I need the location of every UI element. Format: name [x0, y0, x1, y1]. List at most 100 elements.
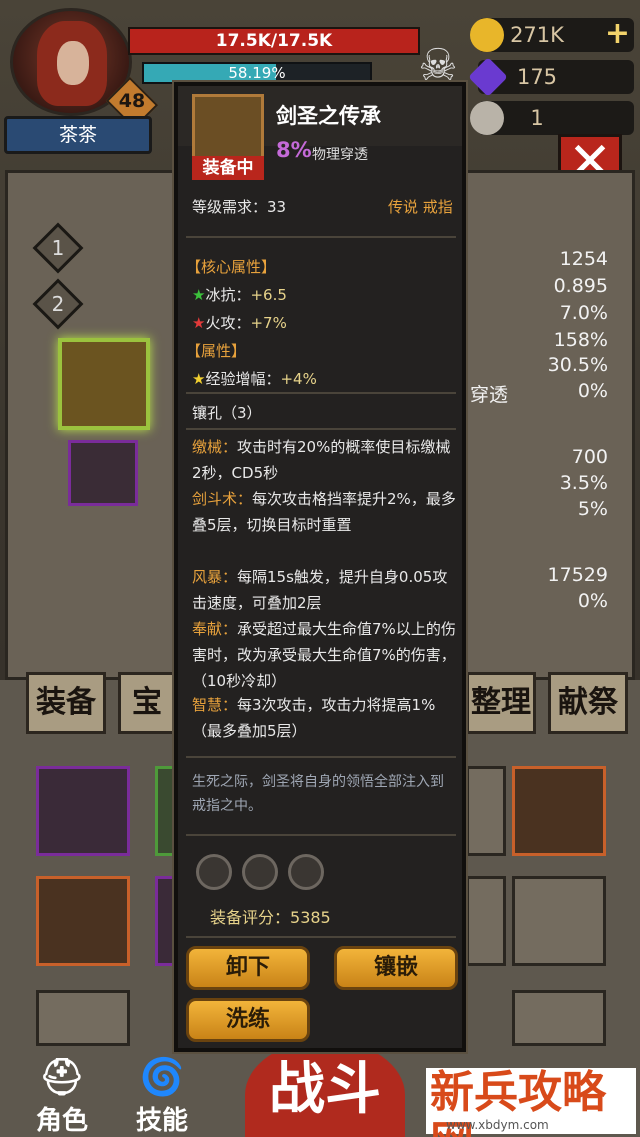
unequip-button[interactable]: 卸下: [186, 946, 310, 990]
divider: [186, 834, 456, 836]
stat-value: 1254: [559, 248, 608, 270]
avatar-face: [57, 41, 89, 85]
inventory-slot[interactable]: [466, 766, 506, 856]
stat-value: 158%: [553, 329, 608, 351]
main-stat-label: 物理穿透: [312, 147, 368, 163]
attr-row: ★经验增幅：+4%: [192, 368, 317, 389]
divider: [186, 936, 456, 938]
tab-sort[interactable]: 整理: [466, 672, 536, 734]
inventory-slot[interactable]: [36, 990, 130, 1046]
effect-disarm: 缴械：攻击时有20%的概率使目标缴械2秒，CD5秒: [192, 434, 456, 486]
gem-socket-icon[interactable]: [242, 854, 278, 890]
stat-value: 30.5%: [547, 354, 608, 376]
level-value: 48: [118, 90, 146, 112]
yellow-star-icon: ★: [192, 370, 206, 388]
item-detail-popup: 装备中 剑圣之传承 8% 物理穿透 等级需求：33 传说 戒指 【核心属性】 ★…: [174, 82, 466, 1052]
helmet-icon: ⛑: [39, 1057, 85, 1098]
stat-label: 穿透: [470, 384, 509, 406]
gem-socket-icon[interactable]: [196, 854, 232, 890]
stat-value: 7.0%: [559, 302, 608, 324]
divider: [186, 392, 456, 394]
player-name: 茶茶: [4, 116, 152, 154]
main-stat-value: 8%: [276, 138, 312, 162]
stat-value: 0.895: [553, 275, 608, 297]
effect-key: 剑斗术：: [192, 490, 253, 508]
stat-value: 700: [571, 446, 608, 468]
refine-button[interactable]: 洗练: [186, 998, 310, 1042]
stat-value: 5%: [577, 498, 608, 520]
add-gold-button[interactable]: +: [605, 18, 630, 50]
nav-character-label: 角色: [35, 1106, 88, 1136]
stat-value: 3.5%: [559, 472, 608, 494]
scroll-value: 1: [530, 106, 544, 130]
inlay-button[interactable]: 镶嵌: [334, 946, 458, 990]
game-screen: 48 茶茶 17.5K/17.5K 58.19% ☠ 271K + 175 1 …: [0, 0, 640, 1137]
effect-storm: 风暴：每隔15s触发，提升自身0.05攻击速度，可叠加2层: [192, 564, 456, 616]
effect-key: 智慧：: [192, 696, 238, 714]
watermark: 新兵攻略网 www.xbdym.com: [426, 1068, 636, 1137]
rarity-type: 传说 戒指: [388, 198, 453, 216]
inventory-slot[interactable]: [36, 766, 130, 856]
attr-name: 经验增幅：: [205, 370, 281, 388]
nav-skill-label: 技能: [135, 1106, 188, 1136]
level-req-label: 等级需求：: [192, 198, 268, 216]
xp-bar: 58.19%: [142, 62, 372, 84]
attr-value: +6.5: [250, 286, 287, 304]
gem-socket-icon[interactable]: [288, 854, 324, 890]
crystal-counter: 175: [468, 57, 634, 97]
gold-value: 271K: [510, 23, 564, 47]
xp-percent: 58.19%: [228, 64, 286, 82]
tab-treasure[interactable]: 宝石: [118, 672, 176, 734]
inventory-slot[interactable]: [36, 876, 130, 966]
divider: [186, 756, 456, 758]
equipment-score: 装备评分：5385: [210, 904, 331, 928]
equipped-badge: 装备中: [192, 156, 264, 180]
loadout-1-label: 1: [51, 236, 65, 260]
score-label: 装备评分：: [210, 908, 291, 927]
attr-value: +7%: [250, 314, 287, 332]
effect-key: 奉献：: [192, 620, 238, 638]
weapon-slot[interactable]: [68, 440, 138, 506]
scroll-counter: 1: [470, 101, 634, 135]
effect-swordplay: 剑斗术：每次攻击格挡率提升2%，最多叠5层，切换目标时重置: [192, 486, 456, 538]
attr-header: 【属性】: [186, 342, 247, 360]
hp-bar: 17.5K/17.5K: [128, 27, 420, 55]
level-requirement: 等级需求：33: [192, 196, 286, 217]
gold-counter: 271K +: [470, 18, 634, 52]
tab-sacrifice[interactable]: 献祭: [548, 672, 628, 734]
level-req-value: 33: [267, 198, 287, 216]
loadout-2-label: 2: [51, 292, 65, 316]
attr-name: 火攻：: [205, 314, 251, 332]
core-attr-row: ★冰抗：+6.5: [192, 284, 287, 305]
stat-value: 0%: [577, 380, 608, 402]
divider: [186, 428, 456, 430]
attr-name: 冰抗：: [205, 286, 251, 304]
watermark-url: www.xbdym.com: [446, 1118, 549, 1132]
stat-value: 0%: [577, 590, 608, 612]
attr-value: +4%: [280, 370, 317, 388]
core-attr-row: ★火攻：+7%: [192, 312, 287, 333]
effect-key: 缴械：: [192, 438, 238, 456]
divider: [186, 236, 456, 238]
green-star-icon: ★: [192, 286, 206, 304]
stat-value: 17529: [547, 564, 608, 586]
inventory-slot[interactable]: [512, 766, 606, 856]
red-star-icon: ★: [192, 314, 206, 332]
nav-character[interactable]: ⛑ 角色: [18, 1056, 106, 1136]
inventory-slot[interactable]: [512, 876, 606, 966]
score-value: 5385: [290, 908, 331, 927]
sockets-label: 镶孔（3）: [192, 404, 262, 422]
flavor-text: 生死之际，剑圣将自身的领悟全部注入到戒指之中。: [192, 774, 444, 814]
inventory-slot[interactable]: [512, 990, 606, 1046]
effect-wisdom: 智慧：每3次攻击，攻击力将提高1%（最多叠加5层）: [192, 692, 456, 744]
stats-panel: [465, 170, 635, 680]
ring-item-icon: [192, 94, 264, 160]
inventory-slot[interactable]: [466, 876, 506, 966]
item-name: 剑圣之传承: [276, 104, 381, 128]
ring-slot-selected[interactable]: [58, 338, 150, 430]
nav-skill[interactable]: 🌀 技能: [118, 1056, 206, 1136]
effect-devotion: 奉献：承受超过最大生命值7%以上的伤害时，改为承受最大生命值7%的伤害，（10秒…: [192, 616, 456, 694]
tab-equip[interactable]: 装备: [26, 672, 106, 734]
swirl-icon: 🌀: [139, 1057, 185, 1098]
crystal-value: 175: [516, 65, 558, 89]
